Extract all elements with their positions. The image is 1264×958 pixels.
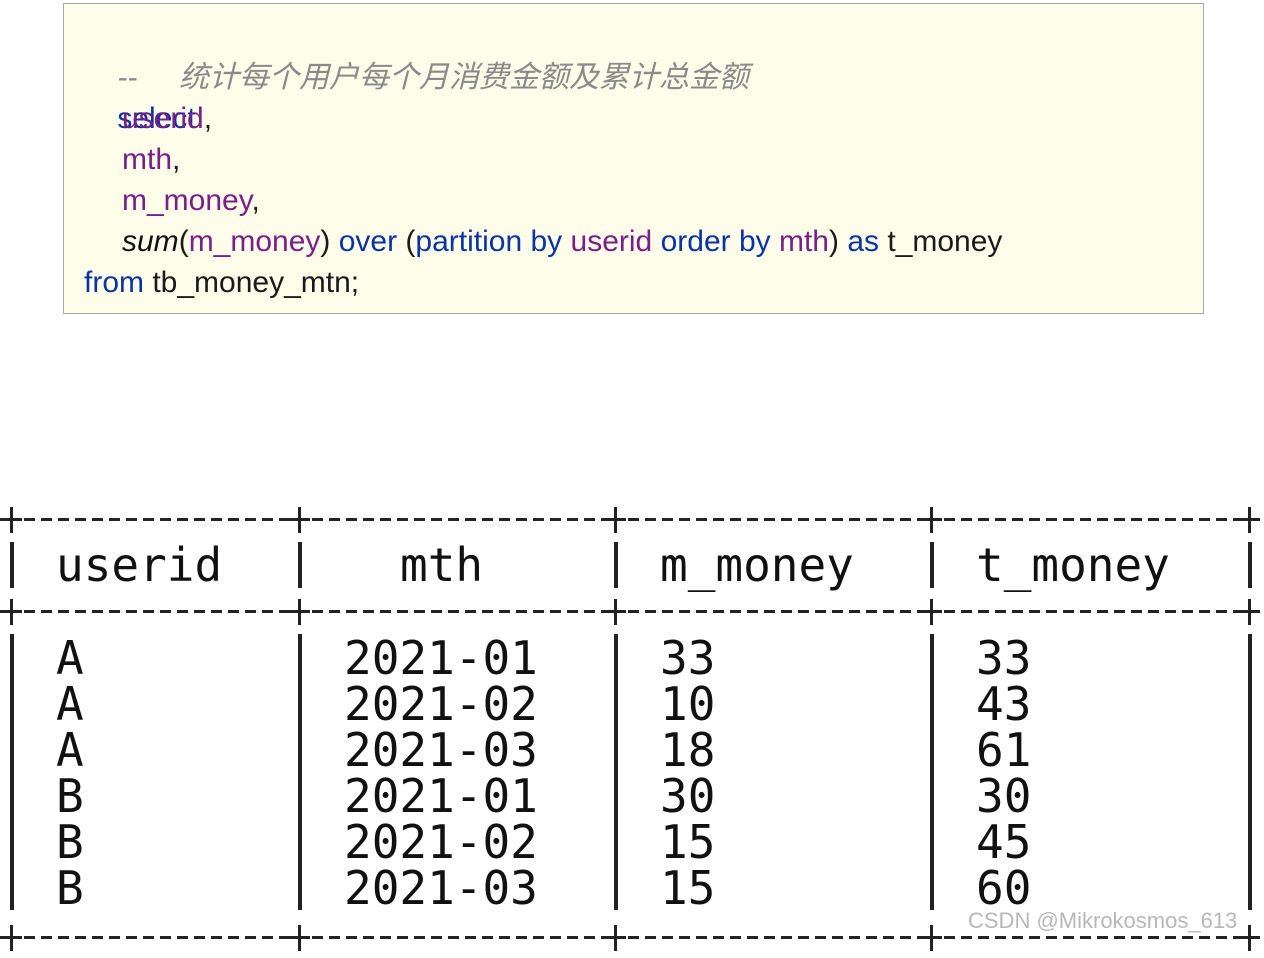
border-corner <box>920 592 942 632</box>
order-keyword: order by <box>660 225 771 258</box>
table-cell: 30 <box>976 769 1032 823</box>
column-divider <box>298 634 302 910</box>
over-keyword: over <box>338 225 398 258</box>
table-cell: 2021-03 <box>344 861 538 915</box>
dash-segment <box>944 518 1246 521</box>
table-cell: 43 <box>976 677 1032 731</box>
table-border-row <box>0 592 1264 625</box>
table-name: tb_money_mtn; <box>152 266 360 299</box>
sql-code-box: -- 统计每个用户每个月消费金额及累计总金额 select userid, mt… <box>63 3 1204 314</box>
column-divider <box>10 634 14 910</box>
table-cell: B <box>56 769 84 823</box>
dash-segment <box>312 936 612 939</box>
dash-segment <box>312 518 612 521</box>
table-cell: B <box>56 861 84 915</box>
table-cell: 2021-01 <box>344 631 538 685</box>
partition-column: userid <box>570 225 653 258</box>
border-corner <box>0 500 22 540</box>
table-cell: 2021-02 <box>344 677 538 731</box>
table-cell: 61 <box>976 723 1032 777</box>
table-cell: 18 <box>660 723 716 777</box>
table-cell: 60 <box>976 861 1032 915</box>
header-cell-mth: mth <box>400 538 484 592</box>
column-divider <box>10 542 14 588</box>
table-cell: 15 <box>660 815 716 869</box>
column-divider <box>1248 634 1252 910</box>
dash-segment <box>944 936 1246 939</box>
alias-name: t_money <box>887 225 1003 258</box>
column-divider <box>614 542 618 588</box>
from-keyword: from <box>84 266 144 299</box>
column-divider <box>930 634 934 910</box>
table-cell: A <box>56 723 84 777</box>
dash-segment <box>312 610 612 613</box>
border-corner <box>288 918 310 958</box>
border-corner <box>920 500 942 540</box>
sum-function: sum <box>122 225 179 258</box>
sql-from-line: from tb_money_mtn; <box>84 262 359 303</box>
order-column: mth <box>778 225 829 258</box>
border-corner <box>920 918 942 958</box>
border-corner <box>1238 592 1260 632</box>
dash-segment <box>24 518 296 521</box>
sql-col3-line: m_money, <box>122 184 260 217</box>
header-cell-userid: userid <box>56 538 223 592</box>
sql-window-line: sum(m_money) over (partition by userid o… <box>122 225 1003 258</box>
table-cell: 2021-02 <box>344 815 538 869</box>
dash-segment <box>944 610 1246 613</box>
as-keyword: as <box>847 225 880 258</box>
dash-segment <box>628 518 928 521</box>
dash-segment <box>628 610 928 613</box>
border-corner <box>288 592 310 632</box>
table-border-row <box>0 500 1264 533</box>
table-cell: 33 <box>976 631 1032 685</box>
column-divider <box>930 542 934 588</box>
table-cell: 15 <box>660 861 716 915</box>
column-divider <box>1248 542 1252 588</box>
border-corner <box>0 592 22 632</box>
border-corner <box>0 918 22 958</box>
dash-segment <box>628 936 928 939</box>
table-cell: 30 <box>660 769 716 823</box>
dash-segment <box>24 610 296 613</box>
header-cell-m-money: m_money <box>660 538 854 592</box>
dash-segment <box>24 936 296 939</box>
sql-comment: -- 统计每个用户每个月消费金额及累计总金额 <box>117 61 749 94</box>
border-corner <box>288 500 310 540</box>
border-corner <box>604 592 626 632</box>
result-table: userid mth m_money t_money A 2021-01 33 33 A 2021… <box>0 500 1264 951</box>
border-corner <box>1238 918 1260 958</box>
column-divider <box>614 634 618 910</box>
border-corner <box>604 918 626 958</box>
column-mth: mth <box>122 143 173 176</box>
table-cell: 10 <box>660 677 716 731</box>
column-userid: userid <box>122 102 204 135</box>
sum-argument: m_money <box>188 225 321 258</box>
table-cell: 2021-03 <box>344 723 538 777</box>
table-cell: B <box>56 815 84 869</box>
border-corner <box>604 500 626 540</box>
border-corner <box>1238 500 1260 540</box>
column-m-money: m_money <box>122 184 252 217</box>
table-cell: A <box>56 677 84 731</box>
column-divider <box>298 542 302 588</box>
watermark: CSDN @Mikrokosmos_613 <box>968 908 1238 933</box>
partition-keyword: partition by <box>415 225 563 258</box>
sql-col1-line: userid, <box>122 102 213 135</box>
table-cell: 45 <box>976 815 1032 869</box>
table-cell: A <box>56 631 84 685</box>
table-cell: 33 <box>660 631 716 685</box>
header-cell-t-money: t_money <box>976 538 1170 592</box>
table-cell: 2021-01 <box>344 769 538 823</box>
sql-col2-line: mth, <box>122 143 181 176</box>
